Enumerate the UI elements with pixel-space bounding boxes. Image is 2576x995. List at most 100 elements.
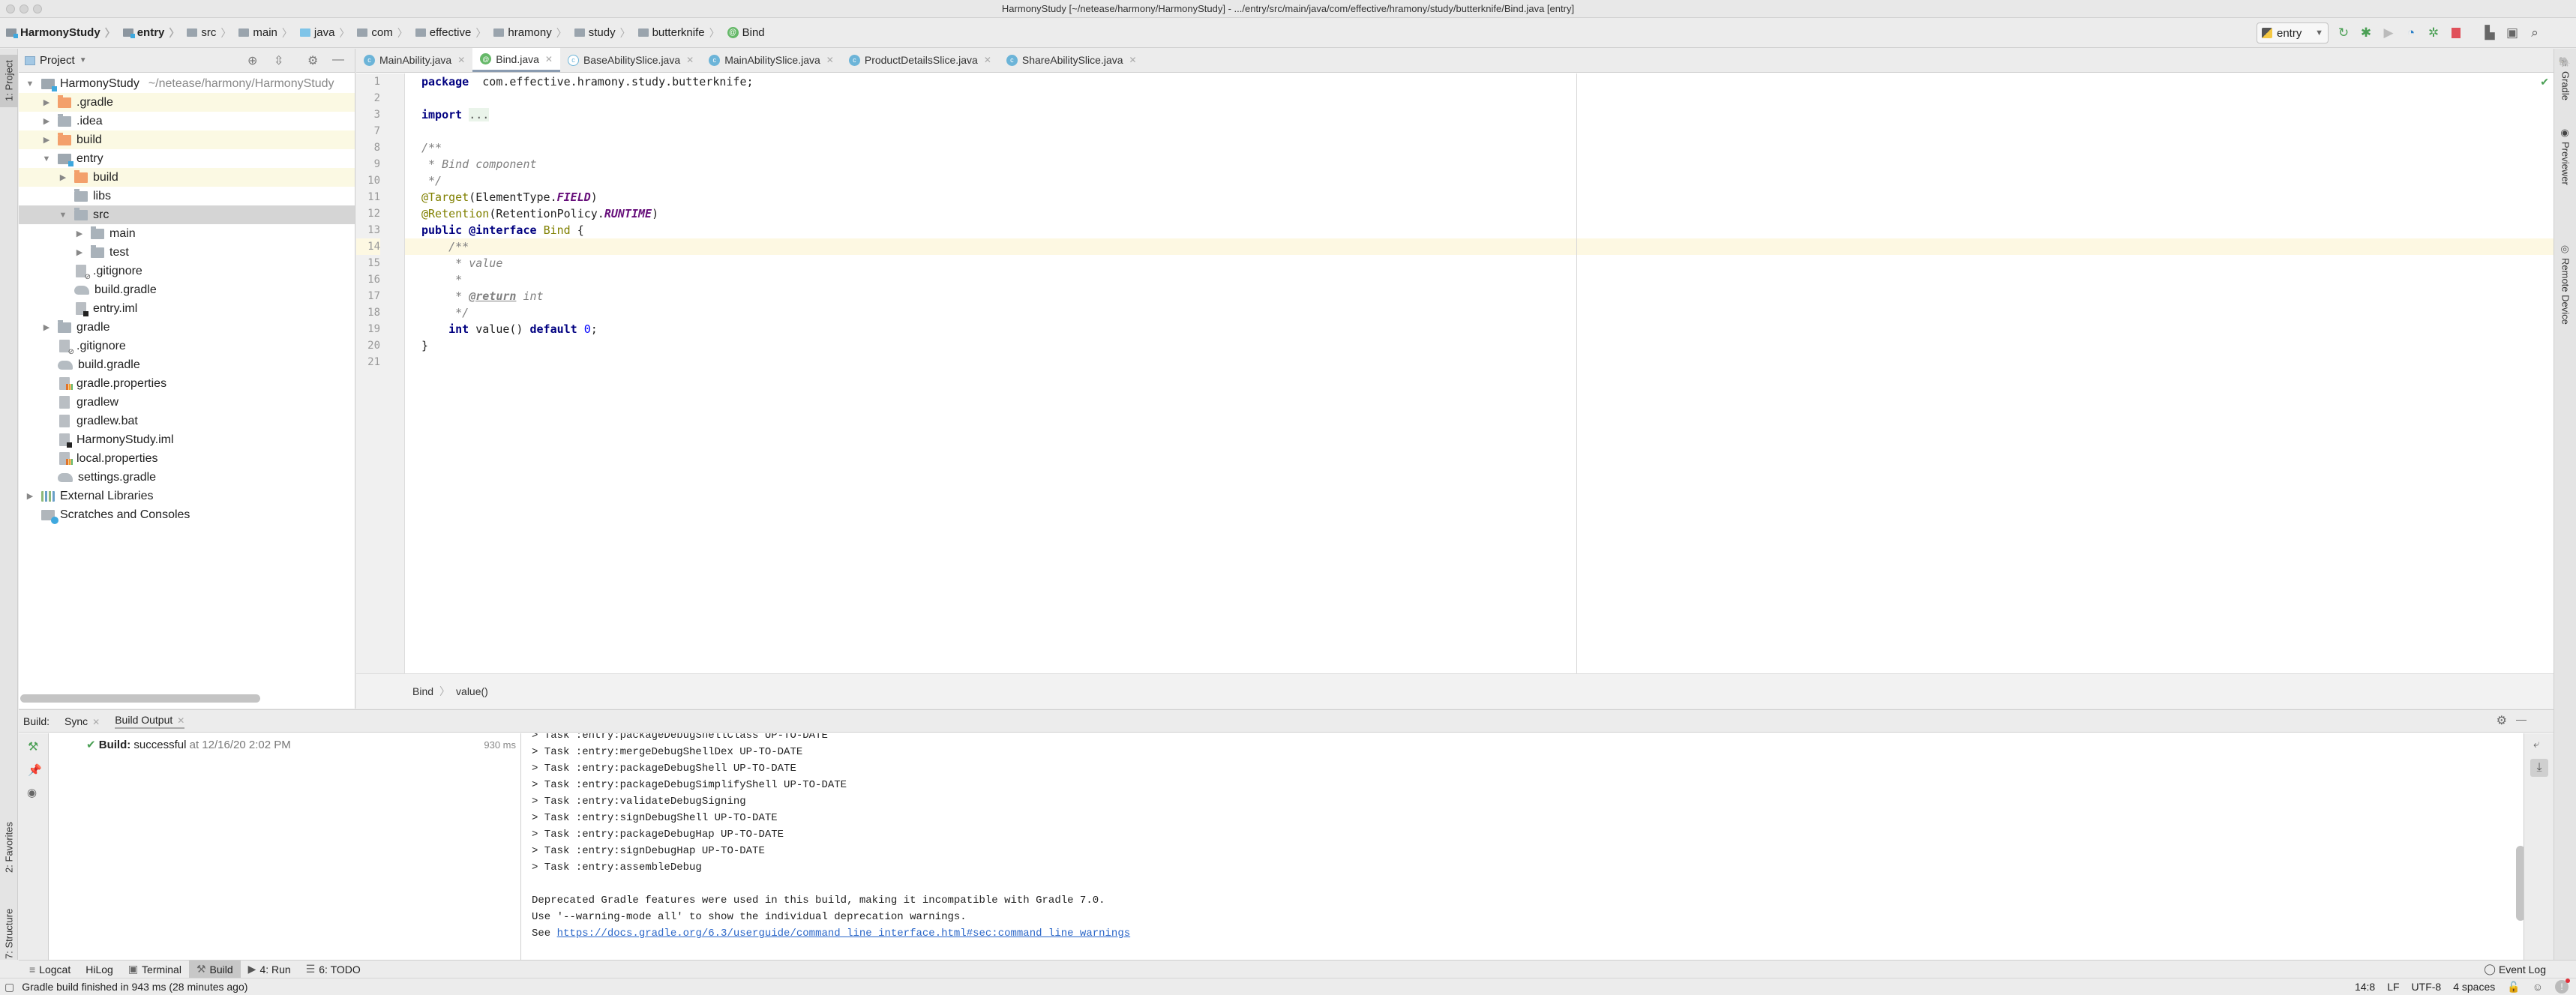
- attach-debugger-icon[interactable]: ✲: [2426, 25, 2441, 40]
- horizontal-scrollbar[interactable]: [20, 694, 260, 703]
- tree-item[interactable]: ▶ build: [19, 168, 355, 187]
- editor-tab[interactable]: c MainAbilitySlice.java ✕: [701, 48, 841, 72]
- device-manager-icon[interactable]: ▣: [2505, 25, 2520, 40]
- collapse-all-icon[interactable]: ⇳: [274, 53, 283, 68]
- breadcrumb-item[interactable]: effective 〉: [415, 25, 491, 40]
- tree-item[interactable]: ▼ src: [19, 205, 355, 224]
- collapsed-arrow-icon[interactable]: ▶: [25, 491, 35, 501]
- tool-tab-previewer[interactable]: ◉ Previewer: [2554, 127, 2576, 240]
- tool-window-button[interactable]: ▣ Terminal: [121, 961, 189, 979]
- breadcrumb-item-class[interactable]: Bind: [412, 685, 433, 697]
- tree-item[interactable]: Scratches and Consoles: [19, 505, 355, 524]
- hide-panel-icon[interactable]: —: [2516, 713, 2527, 725]
- line-separator[interactable]: LF: [2387, 981, 2399, 993]
- editor-tab[interactable]: @ Bind.java ✕: [472, 48, 560, 72]
- line-number[interactable]: 15: [356, 255, 380, 271]
- tree-item[interactable]: local.properties: [19, 449, 355, 468]
- code-editor[interactable]: 1 package com.effective.hramony.study.but…: [356, 73, 2554, 673]
- tree-item[interactable]: settings.gradle: [19, 468, 355, 487]
- tree-item[interactable]: HarmonyStudy.iml: [19, 430, 355, 449]
- tool-tab-gradle[interactable]: 🐘 Gradle: [2554, 56, 2576, 124]
- expanded-arrow-icon[interactable]: ▼: [25, 79, 35, 88]
- rerun-icon[interactable]: ↻: [2336, 25, 2351, 40]
- hammer-icon[interactable]: ⚒: [28, 739, 38, 754]
- editor-tab[interactable]: c ProductDetailsSlice.java ✕: [841, 48, 999, 72]
- tree-item[interactable]: gradlew.bat: [19, 412, 355, 430]
- expanded-arrow-icon[interactable]: ▼: [41, 154, 52, 163]
- tool-tab-remote-device[interactable]: ◎ Remote Device: [2554, 244, 2576, 356]
- tool-tab-project[interactable]: 1: Project: [0, 55, 18, 107]
- tree-item[interactable]: ▼ HarmonyStudy ~/netease/harmony/HarmonySt…: [19, 74, 355, 93]
- tree-item[interactable]: ▼ entry: [19, 149, 355, 168]
- close-tab-icon[interactable]: ✕: [545, 54, 553, 64]
- build-tab-sync[interactable]: Sync ✕: [64, 715, 100, 727]
- breadcrumb-item[interactable]: butterknife 〉: [637, 25, 724, 40]
- profile-icon[interactable]: ◔: [2404, 25, 2419, 40]
- editor-tab[interactable]: c BaseAbilitySlice.java ✕: [560, 48, 701, 72]
- line-number[interactable]: 17: [356, 288, 380, 304]
- line-number[interactable]: 1: [356, 73, 380, 90]
- close-icon[interactable]: ✕: [92, 717, 100, 727]
- close-tab-icon[interactable]: ✕: [826, 55, 834, 65]
- collapsed-arrow-icon[interactable]: ▶: [41, 116, 52, 126]
- tree-item[interactable]: .gitignore: [19, 337, 355, 356]
- tool-window-button[interactable]: ▶ 4: Run: [241, 961, 298, 979]
- search-icon[interactable]: ⌕: [2527, 25, 2542, 40]
- line-number[interactable]: 10: [356, 172, 380, 189]
- tree-item[interactable]: gradlew: [19, 393, 355, 412]
- collapsed-arrow-icon[interactable]: ▶: [74, 229, 85, 238]
- tool-window-button[interactable]: ≡ Logcat: [22, 961, 78, 979]
- line-number[interactable]: 16: [356, 271, 380, 288]
- close-icon[interactable]: ✕: [177, 715, 184, 726]
- tree-item[interactable]: build.gradle: [19, 355, 355, 374]
- gear-icon[interactable]: ⚙: [2497, 713, 2507, 728]
- tool-tab-favorites[interactable]: 2: Favorites: [0, 806, 18, 889]
- breadcrumb-item[interactable]: main 〉: [238, 25, 297, 40]
- breadcrumb-item[interactable]: src 〉: [187, 25, 235, 40]
- editor-tab[interactable]: c ShareAbilitySlice.java ✕: [999, 48, 1144, 72]
- line-number[interactable]: 19: [356, 321, 380, 337]
- hide-panel-icon[interactable]: —: [332, 53, 344, 67]
- tree-item[interactable]: ▶ test: [19, 243, 355, 262]
- editor-tab[interactable]: c MainAbility.java ✕: [356, 48, 472, 72]
- tree-item[interactable]: ▶ build: [19, 130, 355, 149]
- eye-filter-icon[interactable]: ◉: [27, 786, 37, 799]
- gradle-docs-link[interactable]: https://docs.gradle.org/6.3/userguide/co…: [557, 928, 1131, 940]
- project-view-selector[interactable]: Project: [40, 54, 75, 67]
- breadcrumb-item-method[interactable]: value(): [456, 685, 488, 697]
- line-number[interactable]: 3: [356, 106, 380, 123]
- collapsed-arrow-icon[interactable]: ▶: [41, 135, 52, 145]
- caret-position[interactable]: 14:8: [2355, 981, 2375, 993]
- tool-tab-structure[interactable]: 7: Structure: [0, 900, 18, 967]
- tree-item[interactable]: ▶ External Libraries: [19, 487, 355, 505]
- build-tab-build-output[interactable]: Build Output ✕: [115, 714, 185, 729]
- line-number[interactable]: 2: [356, 90, 380, 106]
- tree-item[interactable]: ▶ .idea: [19, 112, 355, 130]
- expanded-arrow-icon[interactable]: ▼: [58, 211, 68, 220]
- tree-item[interactable]: gradle.properties: [19, 374, 355, 393]
- tree-item[interactable]: ▶ main: [19, 224, 355, 243]
- tool-window-button[interactable]: ☰ 6: TODO: [298, 961, 368, 979]
- line-number[interactable]: 8: [356, 139, 380, 156]
- build-status-row[interactable]: ✔ Build: successful at 12/16/20 2:02 PM: [86, 738, 291, 751]
- file-encoding[interactable]: UTF-8: [2412, 981, 2442, 993]
- line-number[interactable]: 14: [356, 238, 380, 255]
- line-number[interactable]: 12: [356, 205, 380, 222]
- line-number[interactable]: 20: [356, 337, 380, 354]
- tool-window-button[interactable]: ⚒ Build: [188, 960, 241, 979]
- tree-item[interactable]: .gitignore: [19, 262, 355, 281]
- notifications-icon[interactable]: !: [2555, 979, 2570, 994]
- tree-item[interactable]: build.gradle: [19, 280, 355, 299]
- locate-file-icon[interactable]: ⊕: [247, 53, 257, 68]
- soft-wrap-icon[interactable]: ⤶: [2533, 738, 2539, 751]
- indent-setting[interactable]: 4 spaces: [2453, 981, 2495, 993]
- chevron-down-icon[interactable]: ▼: [79, 56, 87, 64]
- collapsed-arrow-icon[interactable]: ▶: [41, 97, 52, 107]
- line-number[interactable]: 13: [356, 222, 380, 238]
- tree-item[interactable]: entry.iml: [19, 299, 355, 318]
- breadcrumb-item[interactable]: com 〉: [357, 25, 412, 40]
- gear-icon[interactable]: ⚙: [307, 53, 318, 68]
- inspector-icon[interactable]: ☺: [2533, 981, 2543, 993]
- line-number[interactable]: 18: [356, 304, 380, 321]
- close-tab-icon[interactable]: ✕: [984, 55, 991, 65]
